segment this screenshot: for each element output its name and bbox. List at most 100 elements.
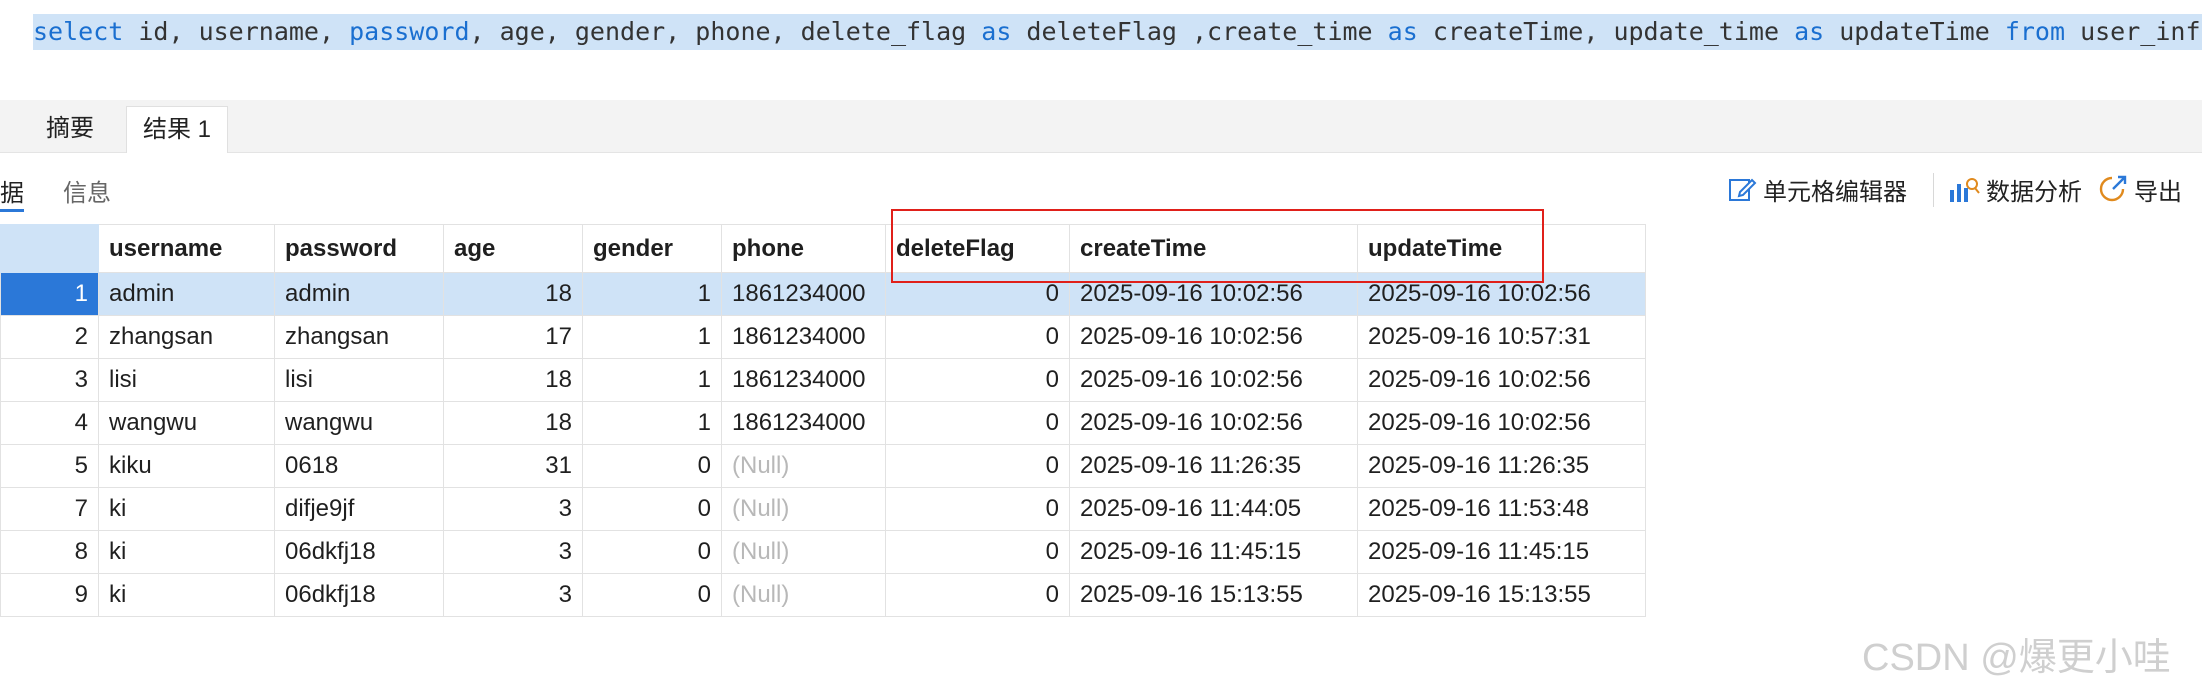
result-grid[interactable]: username password age gender phone delet… [0,224,1646,617]
table-row[interactable]: 8 ki 06dkfj18 3 0 (Null) 0 2025-09-16 11:45:15 2… [0,530,1646,574]
cell-editor-button[interactable]: 单元格编辑器 [1727,171,1907,207]
cell-password[interactable]: 06dkfj18 [274,530,444,574]
table-row[interactable]: 7 ki difje9jf 3 0 (Null) 0 2025-09-16 11:44:05 2… [0,487,1646,531]
cell-phone[interactable]: 1861234000 [721,272,886,316]
cell-age[interactable]: 31 [443,444,583,488]
column-header-phone[interactable]: phone [721,224,886,273]
column-header-age[interactable]: age [443,224,583,273]
cell-age[interactable]: 18 [443,358,583,402]
row-number-cell[interactable]: 8 [0,530,99,574]
table-row[interactable]: 9 ki 06dkfj18 3 0 (Null) 0 2025-09-16 15:13:55 2… [0,573,1646,617]
cell-deleteflag[interactable]: 0 [885,358,1070,402]
cell-createtime[interactable]: 2025-09-16 15:13:55 [1069,573,1358,617]
cell-updatetime[interactable]: 2025-09-16 11:45:15 [1357,530,1646,574]
table-row[interactable]: 1 admin admin 18 1 1861234000 0 2025-09-16 10:0… [0,272,1646,316]
cell-username[interactable]: lisi [98,358,275,402]
cell-gender[interactable]: 1 [582,272,722,316]
tab-info[interactable]: 信息 [63,173,111,208]
cell-password[interactable]: 06dkfj18 [274,573,444,617]
cell-updatetime[interactable]: 2025-09-16 10:02:56 [1357,401,1646,445]
cell-age[interactable]: 3 [443,487,583,531]
data-analysis-button[interactable]: 数据分析 [1948,171,2082,207]
row-number-cell[interactable]: 1 [0,272,99,316]
tab-result-1[interactable]: 结果 1 [126,106,229,153]
cell-gender[interactable]: 0 [582,530,722,574]
cell-deleteflag[interactable]: 0 [885,272,1070,316]
cell-password[interactable]: admin [274,272,444,316]
cell-gender[interactable]: 0 [582,487,722,531]
cell-phone[interactable]: (Null) [721,444,886,488]
column-header-createtime[interactable]: createTime [1069,224,1358,273]
cell-password[interactable]: lisi [274,358,444,402]
row-number-cell[interactable]: 7 [0,487,99,531]
table-row[interactable]: 5 kiku 0618 31 0 (Null) 0 2025-09-16 11:26:35 20… [0,444,1646,488]
table-row[interactable]: 3 lisi lisi 18 1 1861234000 0 2025-09-16 10:02:… [0,358,1646,402]
cell-createtime[interactable]: 2025-09-16 10:02:56 [1069,358,1358,402]
cell-deleteflag[interactable]: 0 [885,573,1070,617]
cell-deleteflag[interactable]: 0 [885,444,1070,488]
row-number-cell[interactable]: 2 [0,315,99,359]
cell-phone[interactable]: 1861234000 [721,358,886,402]
cell-phone[interactable]: 1861234000 [721,315,886,359]
cell-age[interactable]: 18 [443,272,583,316]
cell-phone[interactable]: 1861234000 [721,401,886,445]
cell-deleteflag[interactable]: 0 [885,401,1070,445]
cell-gender[interactable]: 1 [582,315,722,359]
cell-createtime[interactable]: 2025-09-16 11:45:15 [1069,530,1358,574]
cell-username[interactable]: kiku [98,444,275,488]
cell-deleteflag[interactable]: 0 [885,530,1070,574]
cell-username[interactable]: ki [98,487,275,531]
cell-gender[interactable]: 1 [582,401,722,445]
column-header-deleteflag[interactable]: deleteFlag [885,224,1070,273]
table-row[interactable]: 2 zhangsan zhangsan 17 1 1861234000 0 2025-09-1… [0,315,1646,359]
cell-age[interactable]: 3 [443,530,583,574]
row-number-header[interactable] [0,224,99,273]
cell-password[interactable]: 0618 [274,444,444,488]
tab-summary[interactable]: 摘要 [30,106,110,152]
row-number-cell[interactable]: 5 [0,444,99,488]
cell-username[interactable]: wangwu [98,401,275,445]
cell-createtime[interactable]: 2025-09-16 10:02:56 [1069,401,1358,445]
tab-data[interactable]: 据 [0,173,24,208]
cell-createtime[interactable]: 2025-09-16 10:02:56 [1069,272,1358,316]
cell-phone[interactable]: (Null) [721,530,886,574]
cell-age[interactable]: 17 [443,315,583,359]
row-number-cell[interactable]: 4 [0,401,99,445]
cell-phone[interactable]: (Null) [721,487,886,531]
row-number-cell[interactable]: 9 [0,573,99,617]
cell-password[interactable]: zhangsan [274,315,444,359]
cell-password[interactable]: difje9jf [274,487,444,531]
column-header-gender[interactable]: gender [582,224,722,273]
column-header-username[interactable]: username [98,224,275,273]
cell-age[interactable]: 3 [443,573,583,617]
cell-age[interactable]: 18 [443,401,583,445]
cell-createtime[interactable]: 2025-09-16 11:26:35 [1069,444,1358,488]
cell-username[interactable]: ki [98,530,275,574]
cell-updatetime[interactable]: 2025-09-16 11:53:48 [1357,487,1646,531]
cell-username[interactable]: ki [98,573,275,617]
column-header-password[interactable]: password [274,224,444,273]
cell-phone[interactable]: (Null) [721,573,886,617]
cell-updatetime[interactable]: 2025-09-16 10:57:31 [1357,315,1646,359]
cell-updatetime[interactable]: 2025-09-16 15:13:55 [1357,573,1646,617]
export-button[interactable]: 导出 [2098,171,2182,207]
cell-gender[interactable]: 1 [582,358,722,402]
cell-username[interactable]: zhangsan [98,315,275,359]
cell-updatetime[interactable]: 2025-09-16 11:26:35 [1357,444,1646,488]
cell-createtime[interactable]: 2025-09-16 10:02:56 [1069,315,1358,359]
sql-editor[interactable]: select id, username, password, age, gend… [0,0,2202,100]
tab-summary-label: 摘要 [46,115,94,142]
cell-gender[interactable]: 0 [582,573,722,617]
cell-createtime[interactable]: 2025-09-16 11:44:05 [1069,487,1358,531]
cell-username[interactable]: admin [98,272,275,316]
row-number-cell[interactable]: 3 [0,358,99,402]
cell-updatetime[interactable]: 2025-09-16 10:02:56 [1357,358,1646,402]
cell-password[interactable]: wangwu [274,401,444,445]
sql-query-line[interactable]: select id, username, password, age, gend… [33,14,2202,50]
column-header-updatetime[interactable]: updateTime [1357,224,1646,273]
cell-deleteflag[interactable]: 0 [885,487,1070,531]
cell-updatetime[interactable]: 2025-09-16 10:02:56 [1357,272,1646,316]
cell-gender[interactable]: 0 [582,444,722,488]
table-row[interactable]: 4 wangwu wangwu 18 1 1861234000 0 2025-09-16 10… [0,401,1646,445]
cell-deleteflag[interactable]: 0 [885,315,1070,359]
